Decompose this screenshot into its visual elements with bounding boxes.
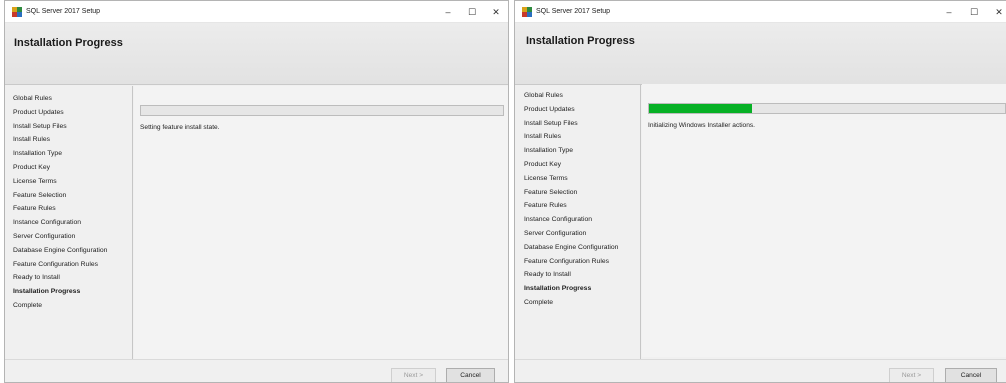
step-item-global-rules: Global Rules (13, 95, 52, 102)
step-item-database-engine-configuration: Database Engine Configuration (13, 246, 108, 254)
step-item-installation-progress: Installation Progress (13, 288, 81, 296)
maximize-icon[interactable]: ☐ (967, 5, 981, 19)
cancel-button[interactable]: Cancel (446, 368, 495, 382)
step-item-feature-selection: Feature Selection (13, 191, 67, 199)
step-nav: Global Rules Product Updates Install Setup… (515, 84, 641, 359)
page-title: Installation Progress (526, 35, 635, 47)
footer: Next > Cancel (515, 359, 1006, 382)
window-title: SQL Server 2017 Setup (26, 8, 101, 15)
step-item-installation-progress: Installation Progress (524, 285, 592, 293)
step-item-product-key: Product Key (13, 163, 51, 171)
step-item-complete: Complete (524, 298, 554, 306)
maximize-icon[interactable]: ☐ (465, 5, 479, 19)
cancel-button[interactable]: Cancel (945, 368, 997, 382)
step-item-product-updates: Product Updates (13, 108, 64, 116)
step-item-complete: Complete (13, 301, 43, 309)
step-item-instance-configuration: Instance Configuration (13, 219, 82, 227)
main-content: Initializing Windows Installer actions. (642, 84, 1006, 357)
step-item-feature-configuration-rules: Feature Configuration Rules (524, 257, 610, 265)
next-button[interactable]: Next > (391, 368, 436, 382)
step-item-install-rules: Install Rules (13, 136, 51, 144)
step-item-install-setup-files: Install Setup Files (13, 122, 67, 130)
install-progress-fill (649, 104, 753, 113)
step-item-feature-rules: Feature Rules (13, 205, 56, 213)
close-icon[interactable]: ✕ (992, 5, 1006, 19)
page-header: Installation Progress (5, 23, 508, 85)
step-item-feature-rules: Feature Rules (524, 202, 567, 210)
step-item-server-configuration: Server Configuration (13, 232, 76, 240)
page-header: Installation Progress (515, 23, 1006, 85)
step-list: Global Rules Product Updates Install Setup… (524, 89, 618, 310)
setup-window-1: SQL Server 2017 Setup – ☐ ✕ Installation… (4, 0, 509, 383)
step-item-server-configuration: Server Configuration (524, 229, 587, 237)
sql-server-setup-icon (522, 7, 532, 17)
install-progress-bar (648, 103, 1006, 114)
step-item-product-updates: Product Updates (524, 105, 575, 113)
step-list: Global Rules Product Updates Install Setup… (13, 92, 107, 313)
page-title: Installation Progress (14, 37, 123, 49)
step-item-install-rules: Install Rules (524, 133, 562, 141)
step-item-installation-type: Installation Type (13, 150, 62, 158)
step-item-product-key: Product Key (524, 160, 562, 168)
minimize-icon[interactable]: – (942, 5, 956, 19)
step-item-license-terms: License Terms (524, 174, 568, 182)
status-text: Initializing Windows Installer actions. (648, 122, 756, 129)
step-item-database-engine-configuration: Database Engine Configuration (524, 243, 619, 251)
title-bar[interactable]: SQL Server 2017 Setup – ☐ ✕ (5, 1, 508, 23)
step-item-feature-selection: Feature Selection (524, 188, 578, 196)
step-item-global-rules: Global Rules (524, 92, 563, 99)
step-item-installation-type: Installation Type (524, 147, 573, 155)
next-button[interactable]: Next > (889, 368, 934, 382)
window-title: SQL Server 2017 Setup (536, 8, 611, 15)
title-bar[interactable]: SQL Server 2017 Setup – ☐ ✕ (515, 1, 1006, 23)
install-progress-bar (140, 105, 504, 116)
step-item-ready-to-install: Ready to Install (13, 274, 60, 282)
footer: Next > Cancel (5, 359, 508, 382)
step-item-ready-to-install: Ready to Install (524, 271, 571, 279)
status-text: Setting feature install state. (140, 124, 220, 131)
setup-window-2: SQL Server 2017 Setup – ☐ ✕ Installation… (514, 0, 1006, 383)
step-item-instance-configuration: Instance Configuration (524, 216, 593, 224)
main-content: Setting feature install state. (134, 86, 508, 359)
step-item-install-setup-files: Install Setup Files (524, 119, 578, 127)
sql-server-setup-icon (12, 7, 22, 17)
step-nav: Global Rules Product Updates Install Setup… (5, 86, 133, 359)
close-icon[interactable]: ✕ (489, 5, 503, 19)
minimize-icon[interactable]: – (441, 5, 455, 19)
step-item-feature-configuration-rules: Feature Configuration Rules (13, 260, 99, 268)
step-item-license-terms: License Terms (13, 177, 57, 185)
